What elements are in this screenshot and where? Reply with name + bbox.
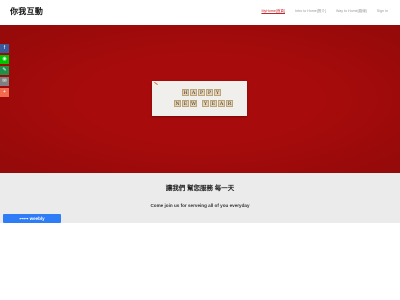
line-icon[interactable]: ◉ bbox=[0, 55, 9, 64]
facebook-icon[interactable]: f bbox=[0, 44, 9, 53]
card-tile: E bbox=[210, 100, 217, 107]
card-tile: A bbox=[218, 100, 225, 107]
footer bbox=[0, 223, 400, 300]
weebly-badge[interactable]: ⊶⊶ weebly bbox=[3, 214, 61, 223]
decoration-stick bbox=[154, 81, 158, 86]
card-tile: Y bbox=[202, 100, 209, 107]
main-nav: MyHome[首頁] Intro to Home[簡介] Way to Home… bbox=[251, 9, 388, 14]
card-tile: R bbox=[226, 100, 233, 107]
section-title: 讓我們 幫您服務 每一天 bbox=[165, 185, 235, 192]
site-title[interactable]: 你我互動 bbox=[10, 6, 43, 17]
card-tile: P bbox=[198, 89, 205, 96]
section-subtitle: Come join us for serveing all of you eve… bbox=[150, 203, 250, 208]
hero-banner: H A P P Y N E W Y E A R bbox=[0, 25, 400, 173]
card-tile: Y bbox=[214, 89, 221, 96]
nav-item-myhome[interactable]: MyHome[首頁] bbox=[261, 9, 285, 14]
share-bar: f ◉ ✎ ✉ + bbox=[0, 44, 9, 99]
nav-item-intro[interactable]: Intro to Home[簡介] bbox=[295, 9, 326, 14]
plus-icon[interactable]: + bbox=[0, 88, 9, 97]
happy-new-year-card: H A P P Y N E W Y E A R bbox=[152, 81, 247, 116]
nav-item-signin[interactable]: Sign In bbox=[377, 9, 388, 14]
card-tile: W bbox=[190, 100, 197, 107]
card-tile: H bbox=[182, 89, 189, 96]
card-tile: E bbox=[182, 100, 189, 107]
email-icon[interactable]: ✉ bbox=[0, 77, 9, 86]
card-tile: A bbox=[190, 89, 197, 96]
site-header: 你我互動 MyHome[首頁] Intro to Home[簡介] Way to… bbox=[0, 0, 400, 25]
card-tile: P bbox=[206, 89, 213, 96]
card-tile: N bbox=[174, 100, 181, 107]
nav-item-way[interactable]: Way to Home[路線] bbox=[336, 9, 367, 14]
link-icon[interactable]: ✎ bbox=[0, 66, 9, 75]
